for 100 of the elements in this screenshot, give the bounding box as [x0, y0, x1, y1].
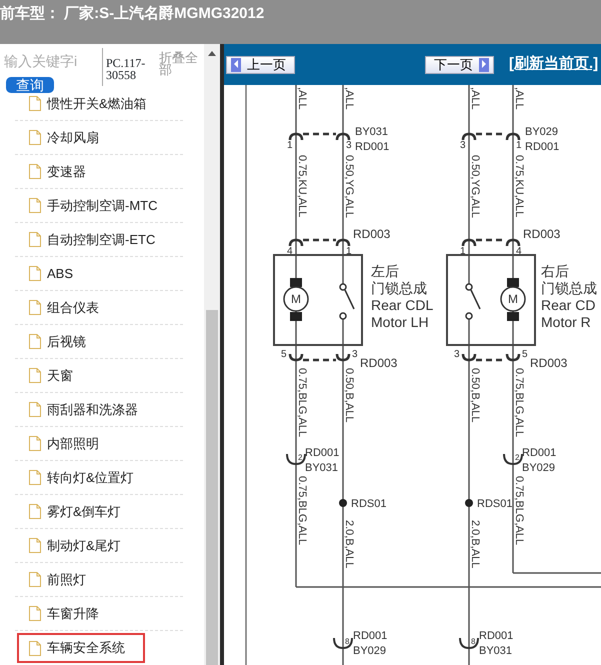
connector-code: RD003	[523, 227, 560, 241]
component-name: Rear CDL	[371, 297, 434, 313]
pin-number: 5	[522, 349, 528, 360]
document-icon	[29, 538, 41, 553]
splice-label: RDS01	[351, 498, 386, 510]
sidebar-item[interactable]: 车辆安全系统	[15, 631, 147, 665]
wire-label: 0.75,BLG,ALL	[296, 368, 308, 438]
pin-number: 2	[515, 453, 520, 462]
component-name: Rear CD	[541, 297, 596, 313]
pin-number: 1	[287, 140, 293, 151]
connector-code: RD001	[479, 630, 514, 642]
pin-number: 3	[346, 140, 352, 151]
motor-label: M	[508, 292, 518, 306]
wire-label: 0.50,B,ALL	[469, 368, 481, 422]
document-icon	[29, 572, 41, 587]
pin-number: 1	[516, 140, 522, 151]
scroll-up-icon[interactable]	[208, 51, 216, 56]
sidebar-item[interactable]: 变速器	[15, 155, 183, 189]
document-icon	[29, 300, 41, 315]
pin-number: 4	[516, 246, 522, 257]
component-name: 门锁总成	[371, 280, 427, 296]
component-name: 左后	[371, 263, 399, 279]
document-icon	[29, 164, 41, 179]
scrollbar-thumb[interactable]	[206, 310, 218, 665]
wire-label: ,ALL	[296, 87, 308, 110]
motor-symbol	[283, 278, 309, 321]
sidebar-item[interactable]: 车窗升降	[15, 597, 183, 631]
document-icon	[29, 334, 41, 349]
motor-label: M	[291, 292, 301, 306]
document-icon	[29, 130, 41, 145]
sidebar-item[interactable]: 转向灯&位置灯	[15, 461, 183, 495]
pin-number: 8	[471, 637, 476, 646]
wire-label: 0.75,KU,ALL	[296, 155, 308, 218]
document-icon	[29, 436, 41, 451]
connector-code: RD001	[353, 630, 388, 642]
document-icon	[29, 368, 41, 383]
sidebar-item[interactable]: 内部照明	[15, 427, 183, 461]
wire-label: 0.50,YG,ALL	[343, 155, 355, 218]
connector-symbol	[333, 638, 353, 649]
wire-label: 0.50,B,ALL	[343, 368, 355, 422]
wire-label: 0.75,BLG,ALL	[513, 368, 525, 438]
wire-label: 0.50,YG,ALL	[469, 155, 481, 218]
connector-code: BY031	[355, 126, 388, 138]
pin-number: 4	[287, 246, 293, 257]
sidebar-item[interactable]: 后视镜	[15, 325, 183, 359]
connector-symbol	[286, 454, 306, 465]
search-button[interactable]: 查询	[6, 77, 54, 93]
refresh-page-link[interactable]: [刷新当前页.]	[509, 53, 598, 76]
document-icon	[29, 266, 41, 281]
connector-symbol	[503, 454, 523, 465]
connector-symbol	[462, 132, 520, 140]
next-page-button[interactable]: 下一页	[425, 56, 494, 74]
document-icon	[29, 198, 41, 213]
wire-label: 0.75,KU,ALL	[513, 155, 525, 218]
sidebar-item[interactable]: 天窗	[15, 359, 183, 393]
sidebar-item[interactable]: 雾灯&倒车灯	[15, 495, 183, 529]
connector-symbol	[288, 132, 350, 140]
document-icon	[29, 232, 41, 247]
sidebar-item[interactable]: 雨刮器和洗涤器	[15, 393, 183, 427]
connector-code: BY029	[522, 462, 556, 474]
document-icon	[29, 96, 41, 111]
sidebar-item[interactable]: 手动控制空调-MTC	[15, 189, 183, 223]
document-icon	[29, 504, 41, 519]
pin-number: 3	[460, 140, 466, 151]
sidebar-item[interactable]: 制动灯&尾灯	[15, 529, 183, 563]
document-icon	[29, 402, 41, 417]
sidebar-item[interactable]: 前照灯	[15, 563, 183, 597]
component-name: Motor LH	[371, 314, 429, 330]
connector-symbol	[288, 238, 350, 246]
switch-symbol	[465, 283, 481, 320]
connector-code: BY031	[479, 645, 512, 657]
sidebar-item[interactable]: ABS	[15, 257, 183, 291]
connector-symbol	[462, 354, 520, 362]
pin-number: 5	[281, 349, 287, 360]
sidebar-item[interactable]: 组合仪表	[15, 291, 183, 325]
code-label: PC.117-30558	[102, 48, 157, 86]
component-name: 右后	[541, 263, 569, 279]
splice-label: RDS01	[477, 498, 512, 510]
sidebar-item[interactable]: 冷却风扇	[15, 121, 183, 155]
connector-symbol	[462, 238, 520, 246]
connector-symbol	[459, 638, 479, 649]
document-icon	[29, 606, 41, 621]
header-title: 前车型： 厂家:S-上汽名爵MGMG32012	[0, 0, 601, 44]
pin-number: 1	[460, 246, 466, 257]
connector-code: BY029	[353, 645, 386, 657]
document-icon	[29, 640, 41, 656]
document-icon	[29, 470, 41, 485]
splice-dot	[339, 499, 347, 507]
component-name: Motor R	[541, 314, 591, 330]
pin-number: 8	[345, 637, 350, 646]
splice-dot	[465, 499, 473, 507]
connector-symbol	[288, 354, 350, 362]
connector-code: RD001	[355, 141, 390, 153]
connector-code: RD003	[360, 356, 398, 370]
scrollbar[interactable]	[204, 44, 220, 665]
sidebar-item[interactable]: 自动控制空调-ETC	[15, 223, 183, 257]
wire-label: 0.75,BLG,ALL	[513, 476, 525, 546]
previous-page-button[interactable]: 上一页	[226, 56, 295, 74]
connector-code: RD003	[353, 227, 390, 241]
component-name: 门锁总成	[541, 280, 597, 296]
